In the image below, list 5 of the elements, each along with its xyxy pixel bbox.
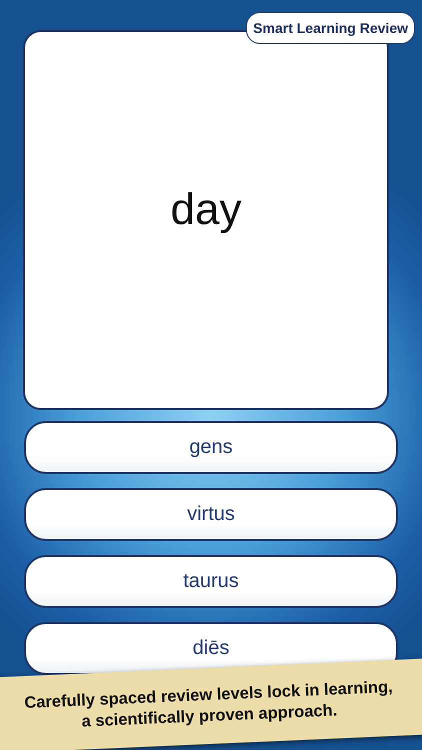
answer-option[interactable]: gens bbox=[24, 421, 398, 474]
answer-option[interactable]: virtus bbox=[24, 488, 398, 541]
answer-option[interactable]: taurus bbox=[24, 555, 398, 608]
feature-badge: Smart Learning Review bbox=[246, 12, 415, 44]
flashcard-word: day bbox=[170, 185, 242, 235]
